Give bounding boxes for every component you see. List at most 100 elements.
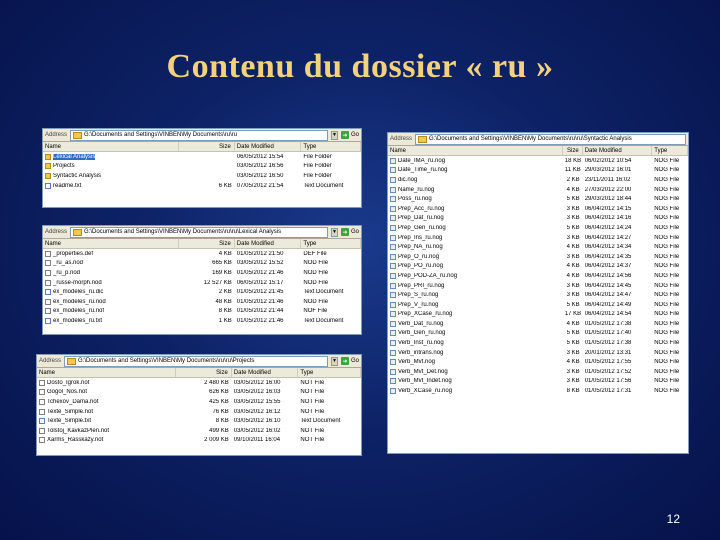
file-name: ex_modeles_ru.nof <box>53 308 105 315</box>
file-row[interactable]: Verb_XCase_ru.nog 8 KB 01/05/2012 17:31 NOG… <box>388 386 688 396</box>
file-row[interactable]: Prep_V_ru.nog 5 KB 06/04/2012 14:49 NOG Fil… <box>388 300 688 310</box>
file-row[interactable]: _properties.def 4 KB 01/05/2012 21:50 DEF F… <box>43 249 361 259</box>
file-row[interactable]: Prep_XCase_ru.nog 17 KB 06/04/2012 14:54 NO… <box>388 310 688 320</box>
file-date: 01/05/2012 21:46 <box>236 298 284 305</box>
file-row[interactable]: ex_modeles_ru.txt 1 KB 01/05/2012 21:46 Tex… <box>43 316 361 326</box>
file-row[interactable]: Prep_Dat_ru.nog 3 KB 06/04/2012 14:16 NOG F… <box>388 214 688 224</box>
column-header-size[interactable]: Size <box>179 239 235 248</box>
file-size: 2 KB <box>566 176 580 183</box>
column-header-date[interactable]: Date Modified <box>235 142 302 151</box>
file-icon <box>45 298 51 305</box>
file-date: 20/01/2012 13:31 <box>584 349 632 356</box>
file-icon <box>390 301 396 308</box>
file-name: Dosto_Igrok.not <box>47 379 90 386</box>
address-input[interactable]: G:\Documents and Settings\VINBEN\My Docu… <box>64 355 328 367</box>
column-header-name[interactable]: Name <box>37 368 177 377</box>
file-date: 01/05/2012 17:55 <box>584 359 632 366</box>
column-header-size[interactable]: Size <box>563 146 583 155</box>
file-row[interactable]: Prep_PO_ru.nog 4 KB 06/04/2012 14:37 NOG Fi… <box>388 262 688 272</box>
go-button[interactable]: ➜ Go <box>340 228 359 236</box>
file-name: Prep_V_ru.nog <box>398 301 439 308</box>
file-date: 01/05/2012 17:40 <box>584 330 632 337</box>
file-row[interactable]: Verb_Dat_ru.nog 4 KB 01/05/2012 17:38 NOG F… <box>388 319 688 329</box>
text-document-icon <box>45 317 51 324</box>
file-row[interactable]: Verb_Gen_ru.nog 5 KB 01/05/2012 17:40 NOG F… <box>388 329 688 339</box>
file-size: 76 KB <box>212 408 229 415</box>
file-type: NOD File <box>303 260 329 267</box>
file-name-cell: Verb_Inst_ru.nog <box>388 340 563 347</box>
column-header-name[interactable]: Name <box>388 146 563 155</box>
file-row[interactable]: Verb_intrans.nog 3 KB 20/01/2012 13:31 NOG … <box>388 348 688 358</box>
file-name: Verb_Gen_ru.nog <box>398 330 446 337</box>
file-name-cell: dic.nog <box>388 176 563 183</box>
file-row[interactable]: Prep_NA_ru.nog 4 KB 06/04/2012 14:34 NOG Fi… <box>388 242 688 252</box>
file-date: 23/11/2011 16:02 <box>584 176 631 183</box>
file-name: readme.txt <box>53 182 82 189</box>
file-row[interactable]: Prep_S_ru.nog 3 KB 06/04/2012 14:47 NOG Fil… <box>388 290 688 300</box>
file-row[interactable]: ex_modeles_ru.nod 48 KB 01/05/2012 21:46 NO… <box>43 297 361 307</box>
chevron-down-icon[interactable]: ▼ <box>330 356 338 366</box>
file-row[interactable]: Verb_Mvt_Det.nog 3 KB 01/05/2012 17:52 NOG … <box>388 367 688 377</box>
file-row[interactable]: _russe-morph.nod 12 527 KB 06/05/2012 15:1… <box>43 278 361 288</box>
file-row[interactable]: Xarms_Rasskazy.not 2 009 KB 09/10/2011 16:… <box>37 436 361 446</box>
file-row[interactable]: Texte_Simple.txt 8 KB 03/05/2012 16:10 Text… <box>37 416 361 426</box>
column-header-type[interactable]: Type <box>301 142 361 151</box>
file-row[interactable]: readme.txt 6 KB 07/05/2012 21:54 Text Docum… <box>43 181 361 191</box>
column-header-type[interactable]: Type <box>301 239 361 248</box>
file-name: Verb_intrans.nog <box>398 349 444 356</box>
column-header-date[interactable]: Date Modified <box>583 146 653 155</box>
column-header-date[interactable]: Date Modified <box>235 239 302 248</box>
file-row[interactable]: Verb_Mvt_Indet.nog 3 KB 01/05/2012 17:56 NO… <box>388 377 688 387</box>
file-name-cell: Syntactic Analysis <box>43 172 179 179</box>
file-date: 06/05/2012 15:17 <box>236 279 284 286</box>
file-row[interactable]: Prep_PRI_ru.nog 3 KB 06/04/2012 14:45 NOG F… <box>388 281 688 291</box>
file-row[interactable]: Projects 03/05/2012 16:56 File Folder <box>43 162 361 172</box>
file-row[interactable]: Tolstoj_KavkazPlen.not 499 KB 03/05/2012 1… <box>37 426 361 436</box>
file-row[interactable]: Texte_Simple.not 76 KB 03/05/2012 16:12 NOT… <box>37 407 361 417</box>
file-row[interactable]: Name_ru.nog 4 KB 27/03/2012 22:00 NOG File <box>388 185 688 195</box>
file-row[interactable]: Date_Time_ru.nog 11 KB 29/03/2012 16:01 NOG… <box>388 166 688 176</box>
file-row[interactable]: Syntactic Analysis 03/05/2012 16:50 File F… <box>43 171 361 181</box>
file-row[interactable]: Gogol_Nos.not 626 KB 03/05/2012 16:03 NOT F… <box>37 388 361 398</box>
file-date: 06/04/2012 14:56 <box>584 272 632 279</box>
chevron-down-icon[interactable]: ▼ <box>330 227 338 237</box>
file-row[interactable]: Dosto_Igrok.not 2 480 KB 03/05/2012 16:00 N… <box>37 378 361 388</box>
file-row[interactable]: Prep_POD-ZA_ru.nog 4 KB 06/04/2012 14:56 NO… <box>388 271 688 281</box>
column-header-type[interactable]: Type <box>298 368 361 377</box>
go-button[interactable]: ➜ Go <box>340 357 359 365</box>
file-row[interactable]: Date_IMA_ru.nog 18 KB 06/02/2012 10:54 NOG … <box>388 156 688 166</box>
address-input[interactable]: G:\Documents and Settings\VINBEN\My Docu… <box>70 226 328 238</box>
column-header-type[interactable]: Type <box>652 146 688 155</box>
file-date: 03/05/2012 16:00 <box>233 379 281 386</box>
file-row[interactable]: _ru_as.nod 665 KB 03/05/2012 15:52 NOD File <box>43 259 361 269</box>
file-type: NOD File <box>303 269 329 276</box>
file-row[interactable]: Prep_Ins_ru.nog 3 KB 06/04/2012 14:27 NOG F… <box>388 233 688 243</box>
column-header-name[interactable]: Name <box>43 142 180 151</box>
chevron-down-icon[interactable]: ▼ <box>330 130 338 140</box>
file-row[interactable]: ex_modeles_ru.dic 2 KB 01/05/2012 21:45 Tex… <box>43 287 361 297</box>
file-name-cell: _properties.def <box>43 250 179 257</box>
column-header-size[interactable]: Size <box>179 142 235 151</box>
file-type: File Folder <box>303 153 332 160</box>
column-header-size[interactable]: Size <box>176 368 232 377</box>
file-row[interactable]: Verb_Mvt.nog 4 KB 01/05/2012 17:55 NOG File <box>388 357 688 367</box>
file-size: 4 KB <box>566 272 580 279</box>
go-button[interactable]: ➜ Go <box>340 131 359 139</box>
file-row[interactable]: dic.nog 2 KB 23/11/2011 16:02 NOG File <box>388 175 688 185</box>
address-input[interactable]: G:\Documents and Settings\VINBEN\My Docu… <box>70 129 328 141</box>
file-row[interactable]: Verb_Inst_ru.nog 5 KB 01/05/2012 17:38 NOG … <box>388 338 688 348</box>
file-date: 01/05/2012 17:56 <box>584 378 632 385</box>
file-row[interactable]: Poss_ru.nog 5 KB 29/03/2012 18:44 NOG File <box>388 194 688 204</box>
file-name-cell: Lexical Analysis <box>43 153 179 160</box>
address-input[interactable]: G:\Documents and Settings\VINBEN\My Docu… <box>415 133 686 145</box>
file-row[interactable]: Lexical Analysis 06/05/2012 15:54 File Fol… <box>43 152 361 162</box>
file-row[interactable]: Tchexov_Dama.not 425 KB 03/05/2012 15:55 NO… <box>37 397 361 407</box>
file-row[interactable]: Prep_Acc_ru.nog 3 KB 06/04/2012 14:15 NOG F… <box>388 204 688 214</box>
file-row[interactable]: Prep_O_ru.nog 3 KB 06/04/2012 14:35 NOG Fil… <box>388 252 688 262</box>
file-row[interactable]: Prep_Gen_ru.nog 5 KB 06/04/2012 14:24 NOG F… <box>388 223 688 233</box>
column-header-name[interactable]: Name <box>43 239 180 248</box>
go-arrow-icon: ➜ <box>340 228 349 236</box>
column-header-date[interactable]: Date Modified <box>232 368 299 377</box>
file-row[interactable]: _ru_p.nod 169 KB 01/05/2012 21:46 NOD File <box>43 268 361 278</box>
file-row[interactable]: ex_modeles_ru.nof 8 KB 01/05/2012 21:44 NOF… <box>43 307 361 317</box>
